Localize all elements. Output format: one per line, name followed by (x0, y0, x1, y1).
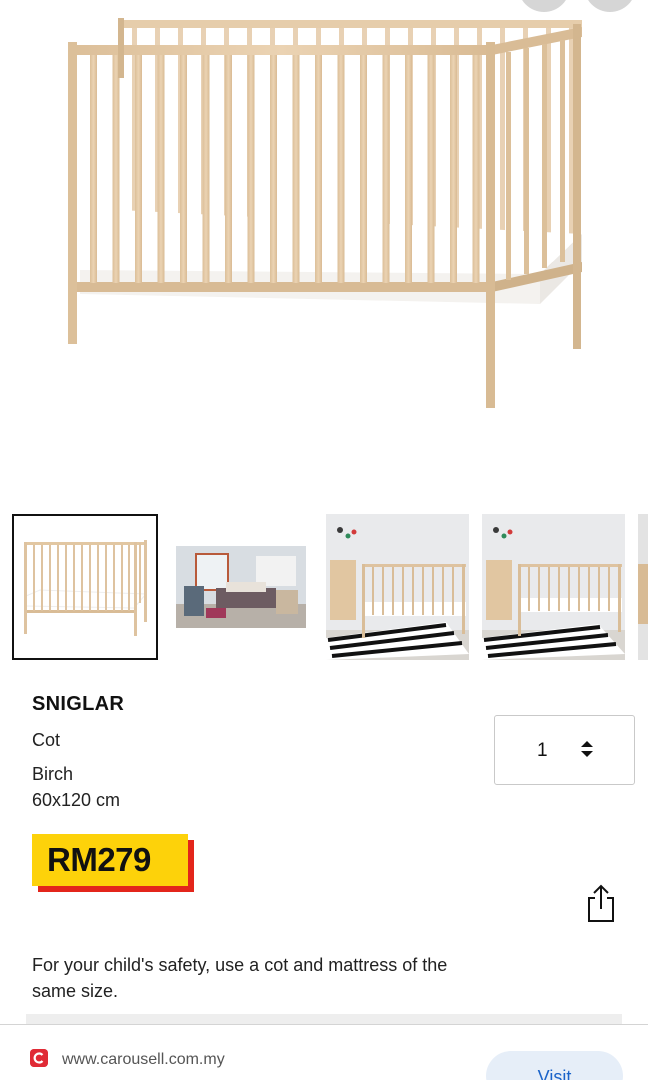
thumb-nursery-rug-2[interactable] (482, 514, 625, 660)
footer-bar: www.carousell.com.my Visit (0, 1024, 648, 1080)
product-name: SNIGLAR (32, 693, 125, 715)
thumb-nursery-rug-1[interactable] (326, 514, 469, 660)
thumb-partial[interactable] (638, 514, 648, 660)
safety-note: For your child's safety, use a cot and m… (32, 955, 448, 1001)
price-value: RM279 (47, 841, 151, 878)
section-divider (26, 1014, 622, 1024)
top-overlay-button-1[interactable] (518, 0, 570, 12)
thumb-bedroom-scene[interactable] (176, 546, 306, 628)
carousell-logo-icon (30, 1049, 48, 1067)
quantity-value: 1 (537, 740, 548, 761)
visit-button[interactable]: Visit (486, 1051, 623, 1080)
thumbnail-gallery (0, 514, 648, 662)
thumb-cot-white-background[interactable] (12, 514, 158, 660)
site-url[interactable]: www.carousell.com.my (62, 1051, 225, 1069)
product-color: Birch (32, 764, 74, 784)
price-tag: RM279 (32, 834, 188, 886)
product-type: Cot (32, 730, 61, 750)
top-overlay-button-2[interactable] (584, 0, 636, 12)
product-size: 60x120 cm (32, 790, 121, 810)
share-icon[interactable] (585, 882, 617, 924)
main-product-image (68, 18, 582, 408)
up-down-arrows-icon (581, 741, 593, 757)
quantity-stepper[interactable]: 1 (494, 715, 635, 785)
